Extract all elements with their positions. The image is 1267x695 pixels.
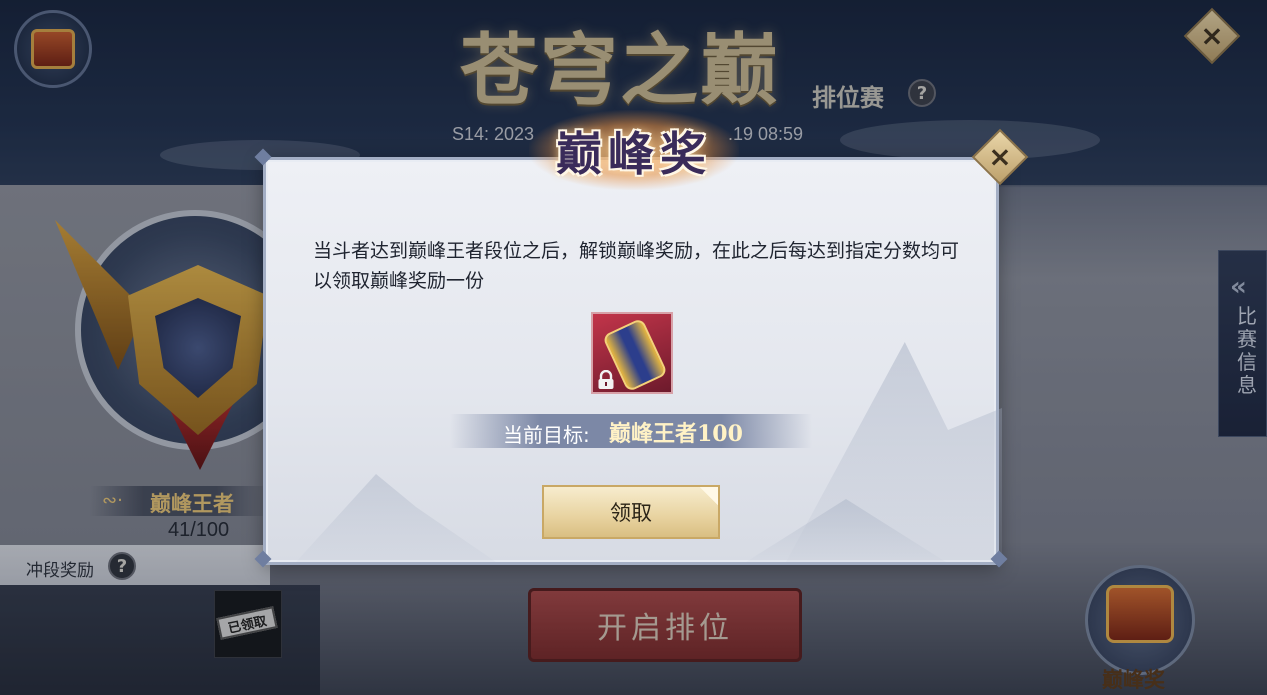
reward-item-slot[interactable] xyxy=(591,312,673,394)
claim-button[interactable]: 领取 xyxy=(542,485,720,539)
dialog-title: 巅峰奖 xyxy=(556,127,712,181)
dialog-description: 当斗者达到巅峰王者段位之后，解锁巅峰奖励，在此之后每达到指定分数均可以领取巅峰奖… xyxy=(313,240,960,292)
mountain-decoration xyxy=(296,474,496,562)
button-fold-ornament xyxy=(700,487,718,505)
diamond-frame: × xyxy=(971,128,1029,186)
close-icon: × xyxy=(988,140,1012,173)
mountain-decoration xyxy=(786,342,1002,562)
dialog-close-button[interactable]: × xyxy=(971,128,1029,186)
target-label: 当前目标: xyxy=(503,423,590,447)
lock-icon xyxy=(598,370,614,389)
target-value: 巅峰王者100 xyxy=(609,421,743,447)
